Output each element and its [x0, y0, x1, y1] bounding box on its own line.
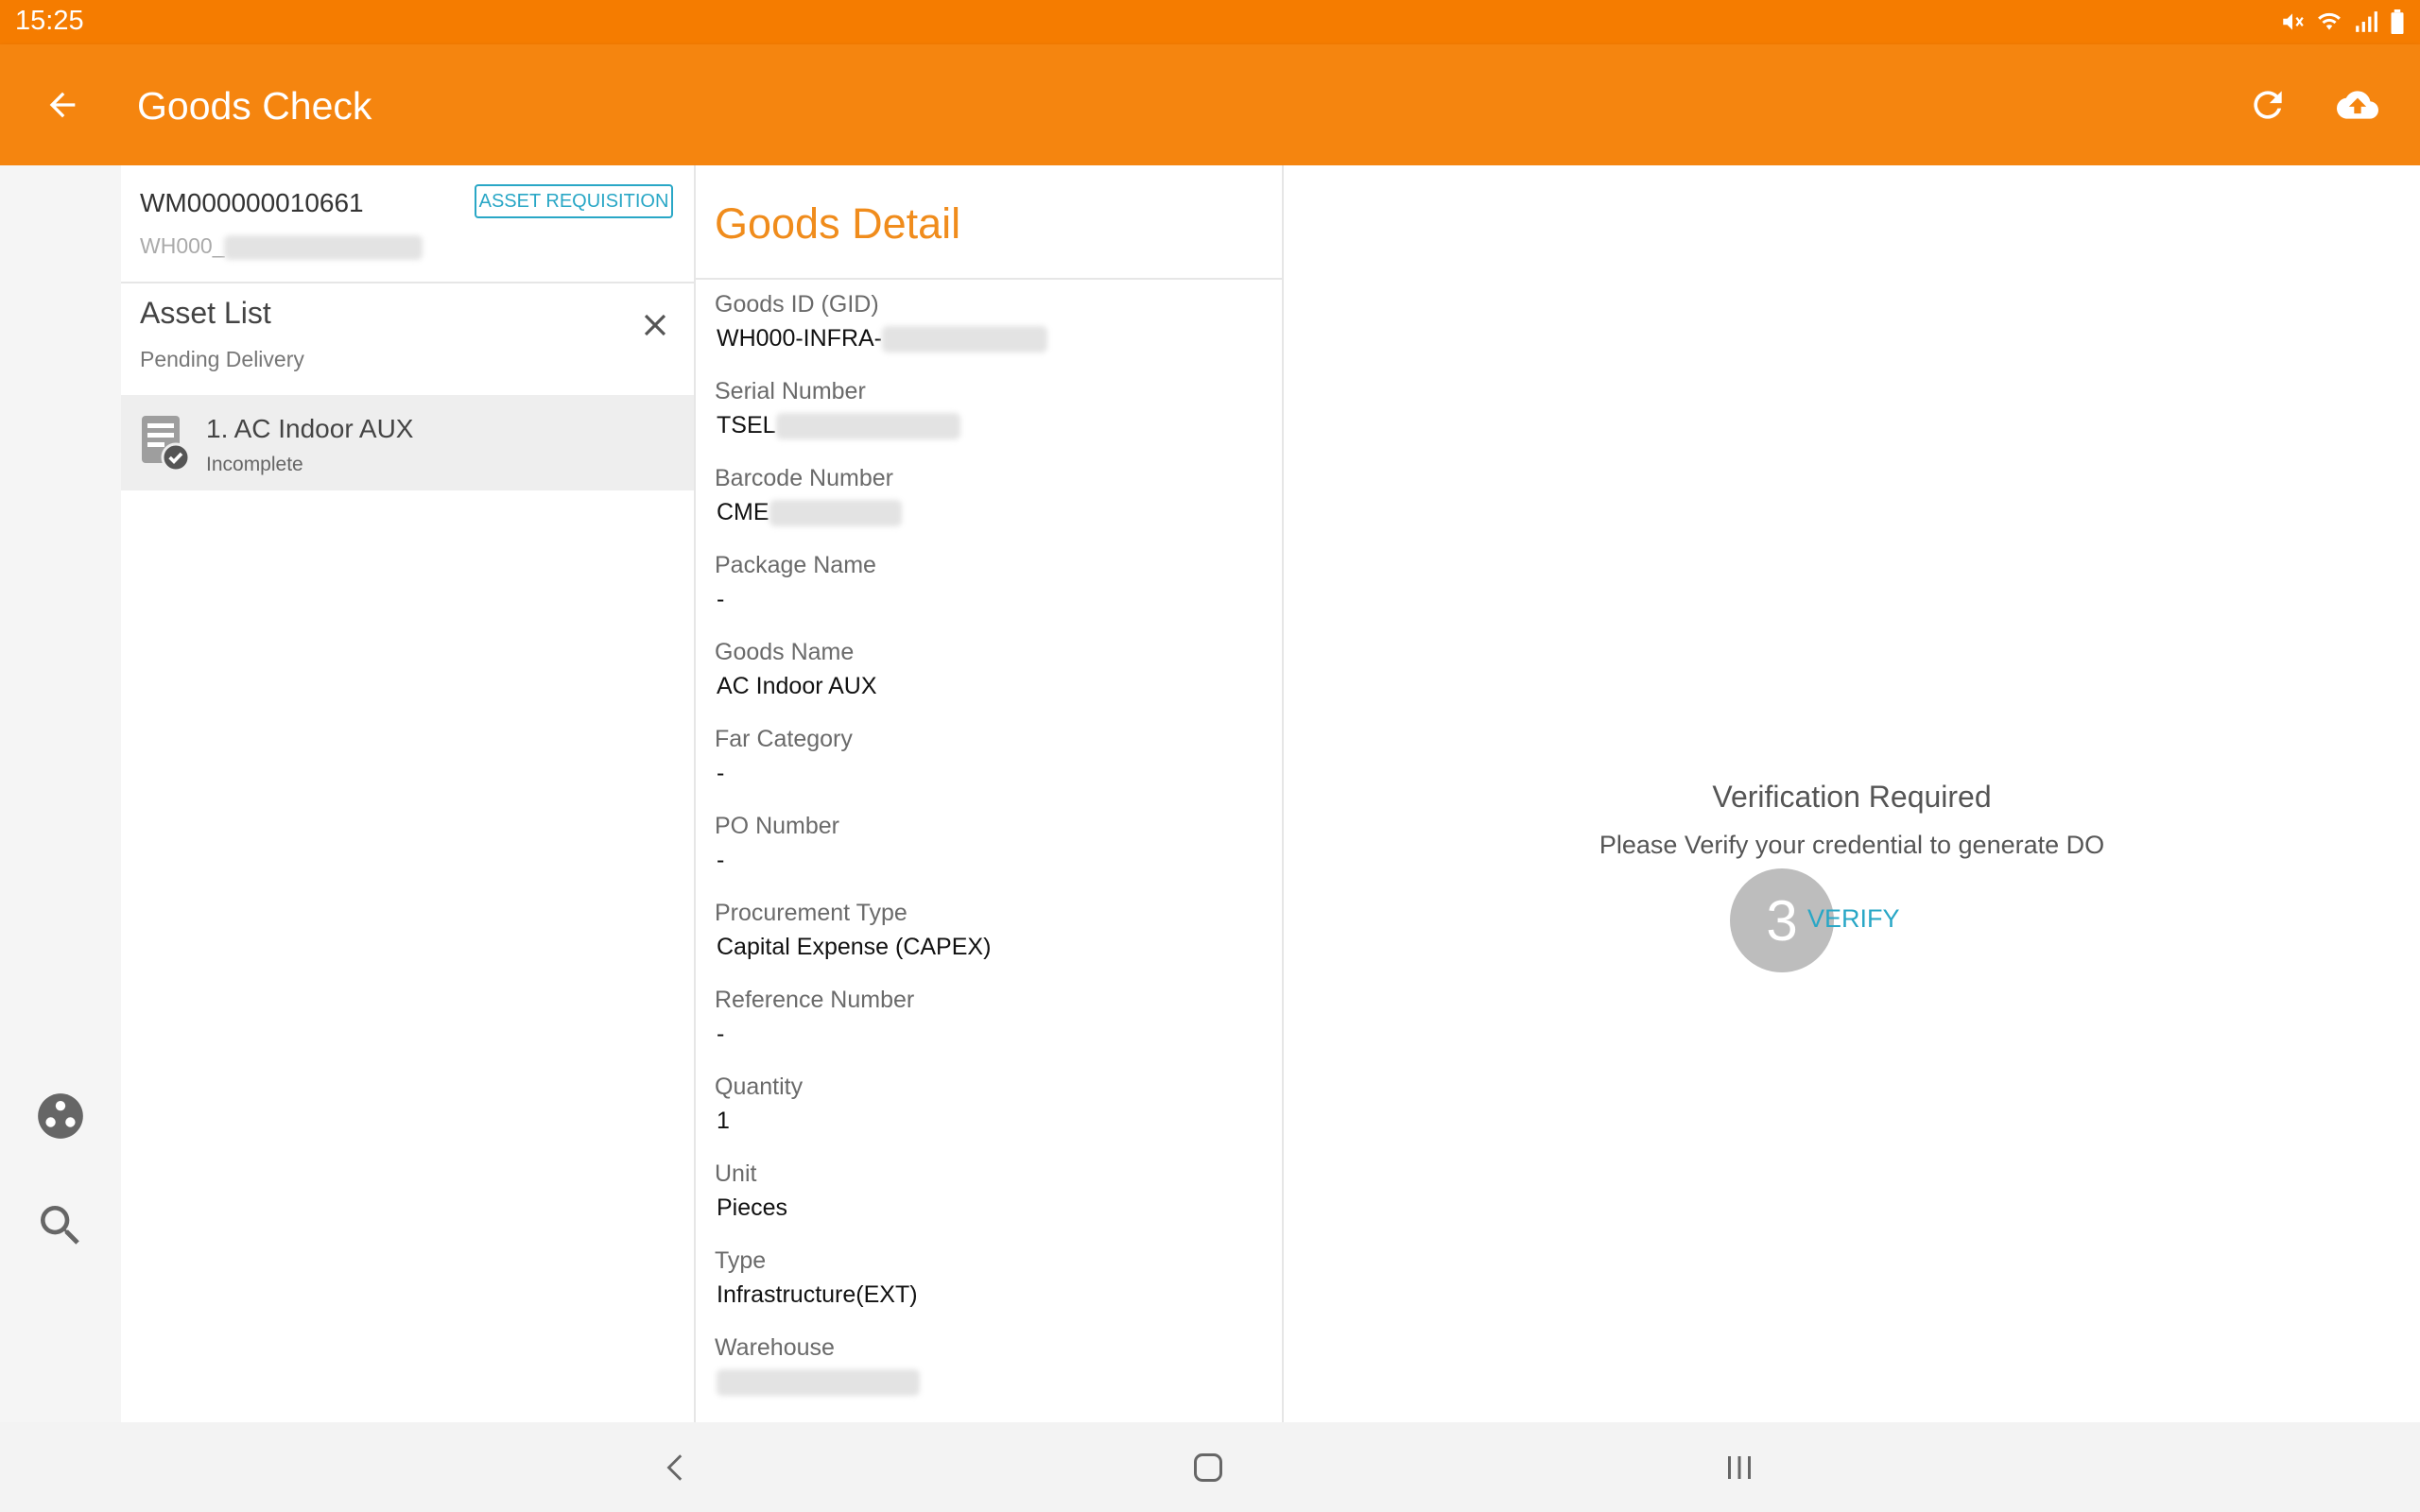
app-bar: Goods Check: [0, 44, 2420, 165]
signal-icon: [2356, 11, 2377, 32]
close-icon: [644, 314, 666, 336]
field-unit: Unit Pieces: [715, 1160, 788, 1221]
asset-requisition-badge: ASSET REQUISITION: [475, 184, 673, 218]
field-reference-number: Reference Number -: [715, 987, 915, 1047]
battery-icon: [2391, 9, 2404, 34]
goods-detail-panel: Goods Detail Goods ID (GID) WH000-INFRA-…: [696, 165, 1284, 1422]
verification-title: Verification Required: [1712, 780, 1992, 814]
list-item[interactable]: 1. AC Indoor AUX Incomplete: [121, 395, 694, 490]
refresh-button[interactable]: [2240, 80, 2295, 129]
field-package-name: Package Name -: [715, 552, 876, 612]
field-serial-number: Serial Number TSEL: [715, 375, 960, 443]
verify-button[interactable]: VERIFY: [1807, 904, 1900, 934]
recents-button[interactable]: [1711, 1441, 1768, 1494]
request-id: WM000000010661: [140, 188, 364, 217]
verification-panel: Verification Required Please Verify your…: [1284, 165, 2420, 1422]
field-barcode-number: Barcode Number CME: [715, 462, 902, 530]
redacted-text: [717, 1369, 920, 1397]
side-rail: [0, 165, 121, 1422]
home-button[interactable]: [1180, 1441, 1236, 1494]
field-far-category: Far Category -: [715, 726, 853, 786]
home-icon: [1194, 1453, 1222, 1482]
document-check-icon: [142, 416, 191, 472]
field-goods-id: Goods ID (GID) WH000-INFRA-: [715, 288, 1048, 356]
redacted-text: [775, 413, 960, 440]
nav-back-icon: [666, 1454, 683, 1481]
status-time: 15:25: [15, 6, 84, 36]
verification-message: Please Verify your credential to generat…: [1599, 831, 2105, 859]
cloud-upload-icon: [2337, 91, 2378, 119]
field-procurement-type: Procurement Type Capital Expense (CAPEX): [715, 900, 992, 960]
redacted-text: [224, 234, 424, 260]
field-type: Type Infrastructure(EXT): [715, 1247, 918, 1308]
goods-detail-title: Goods Detail: [715, 199, 961, 248]
recents-icon: [1728, 1456, 1751, 1479]
back-arrow-icon: [49, 92, 76, 118]
wifi-icon: [2318, 12, 2341, 30]
list-item-status: Incomplete: [206, 454, 303, 475]
page-title: Goods Check: [137, 84, 372, 128]
search-icon: [41, 1206, 79, 1245]
scan-icon: [38, 1093, 83, 1139]
refresh-icon: [2254, 91, 2282, 119]
navigation-bar: [0, 1422, 2420, 1512]
upload-button[interactable]: [2327, 80, 2388, 129]
field-quantity: Quantity 1: [715, 1074, 804, 1134]
mute-icon: [2283, 13, 2304, 30]
field-po-number: PO Number -: [715, 813, 839, 873]
list-item-name: 1. AC Indoor AUX: [206, 414, 414, 443]
redacted-text: [882, 326, 1048, 353]
request-warehouse: WH000_: [140, 233, 424, 260]
asset-panel: WM000000010661 WH000_ ASSET REQUISITION …: [121, 165, 696, 1422]
back-button[interactable]: [34, 80, 91, 129]
status-bar: 15:25: [0, 0, 2420, 44]
field-goods-name: Goods Name AC Indoor AUX: [715, 639, 877, 699]
scan-button[interactable]: [30, 1086, 91, 1146]
redacted-text: [769, 500, 902, 527]
search-button[interactable]: [30, 1195, 91, 1256]
asset-list-title: Asset List: [140, 296, 271, 330]
field-warehouse: Warehouse: [715, 1332, 920, 1400]
close-button[interactable]: [631, 301, 679, 349]
asset-list-subtitle: Pending Delivery: [140, 347, 304, 371]
nav-back-button[interactable]: [648, 1441, 705, 1494]
